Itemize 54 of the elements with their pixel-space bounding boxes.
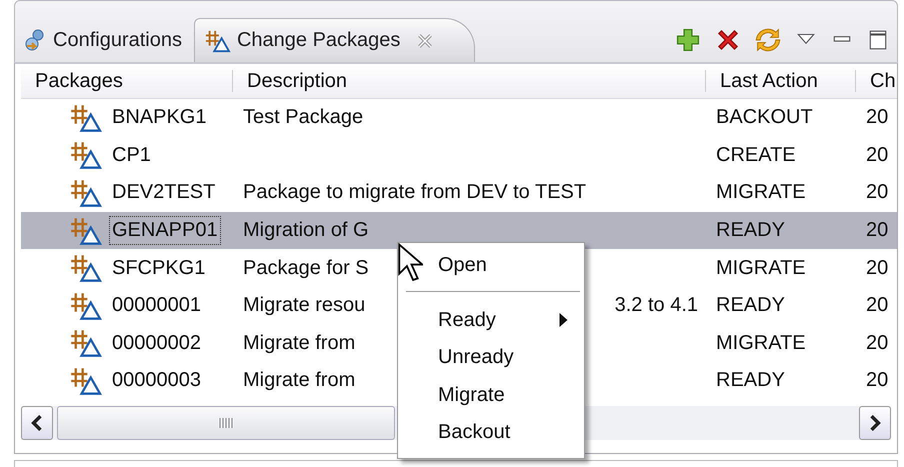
maximize-icon[interactable]	[867, 29, 889, 51]
table-cell: 20	[866, 144, 888, 166]
table-cell: 20	[866, 369, 888, 392]
menu-item[interactable]: Ready	[398, 302, 584, 339]
menu-item[interactable]: Migrate	[398, 376, 584, 414]
package-name: 00000003	[111, 368, 202, 394]
plus-icon[interactable]	[675, 27, 701, 53]
last-action: MIGRATE	[716, 256, 806, 279]
package-description: Migrate from	[243, 369, 356, 392]
close-icon[interactable]	[416, 32, 434, 50]
package-name: SFCPKG1	[111, 256, 206, 281]
grip-icon	[219, 418, 233, 428]
column-header[interactable]: Last Action	[706, 70, 856, 92]
package-name: BNAPKG1	[111, 105, 208, 130]
menu-item[interactable]: Unready	[398, 339, 584, 376]
last-action: READY	[716, 294, 785, 316]
package-description: Package for S	[243, 256, 369, 280]
menu-item[interactable]: Backout	[398, 414, 584, 452]
table-cell: 20	[866, 294, 888, 316]
package-name: 00000002	[111, 330, 202, 356]
delete-icon[interactable]	[715, 27, 741, 53]
package-name: GENAPP01	[109, 216, 221, 246]
package-description: Migration of G	[243, 219, 369, 242]
package-name: CP1	[111, 142, 152, 168]
last-action: READY	[716, 219, 785, 242]
chevron-left-icon	[31, 414, 43, 431]
last-action: BACKOUT	[716, 106, 813, 128]
column-header[interactable]: Description	[233, 70, 706, 92]
package-name: 00000001	[111, 293, 202, 318]
last-action: CREATE	[716, 144, 796, 166]
last-action: MIGRATE	[716, 181, 806, 204]
table-cell: 20	[866, 106, 888, 128]
table-cell: 20	[866, 332, 888, 354]
package-description: Migrate from	[243, 332, 356, 355]
selected-row[interactable]: GENAPP01 Migration of G READY 20	[21, 212, 897, 250]
column-header[interactable]: Packages	[21, 70, 233, 92]
package-description: 3.2 to 4.1	[614, 294, 698, 318]
last-action: READY	[716, 369, 785, 392]
table-cell: 20	[866, 256, 888, 279]
column-header[interactable]: Ch	[856, 70, 897, 92]
sync-icon[interactable]	[755, 27, 781, 53]
scroll-left-button[interactable]	[21, 406, 53, 440]
last-action: MIGRATE	[716, 332, 806, 354]
package-name: DEV2TEST	[111, 180, 216, 206]
scroll-right-button[interactable]	[859, 406, 891, 440]
scrollbar-thumb[interactable]	[57, 406, 395, 440]
table-cell: 20	[866, 181, 888, 204]
view-tab[interactable]: Change Packages	[194, 18, 476, 62]
package-description: Package to migrate from DEV to TEST	[243, 181, 586, 204]
package-description: Test Package	[243, 106, 364, 130]
package-description: Migrate resou	[243, 294, 366, 318]
table-cell: 20	[866, 219, 888, 242]
view-tab[interactable]: Configurations	[15, 18, 190, 62]
chevron-right-icon	[869, 414, 881, 431]
